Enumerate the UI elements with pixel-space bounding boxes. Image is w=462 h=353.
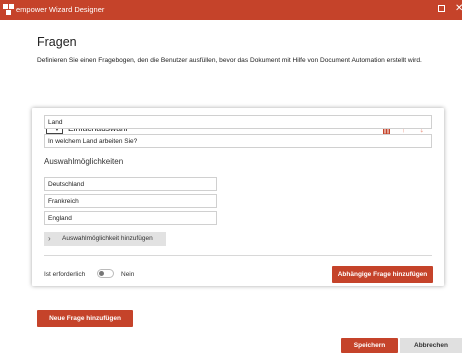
options-heading: Auswahlmöglichkeiten [44,157,124,166]
chevron-right-icon: › [48,234,51,243]
question-text-field[interactable]: In welchem Land arbeiten Sie? [44,134,432,148]
required-toggle[interactable] [97,269,114,278]
cancel-button[interactable]: Abbrechen [400,338,462,353]
page-title: Fragen [37,35,77,49]
window-title: empower Wizard Designer [16,5,105,14]
option-field[interactable]: Frankreich [44,194,217,208]
add-new-question-button[interactable]: Neue Frage hinzufügen [37,310,133,327]
add-option-button[interactable]: › Auswahlmöglichkeit hinzufügen [44,232,166,246]
maximize-icon[interactable] [438,5,445,12]
add-option-label: Auswahlmöglichkeit hinzufügen [62,235,153,242]
toggle-knob [99,271,104,276]
question-name-field[interactable]: Land [44,115,432,129]
required-value: Nein [121,271,135,278]
option-field[interactable]: England [44,211,217,225]
divider [44,255,432,256]
save-button[interactable]: Speichern [341,338,398,353]
title-bar: empower Wizard Designer ✕ [0,0,462,20]
app-logo-icon [3,4,14,15]
option-field[interactable]: Deutschland [44,177,217,191]
add-dependent-question-button[interactable]: Abhängige Frage hinzufügen [332,266,433,283]
page-description: Definieren Sie einen Fragebogen, den die… [37,57,422,64]
close-icon[interactable]: ✕ [455,2,462,16]
required-label: Ist erforderlich [44,271,86,278]
